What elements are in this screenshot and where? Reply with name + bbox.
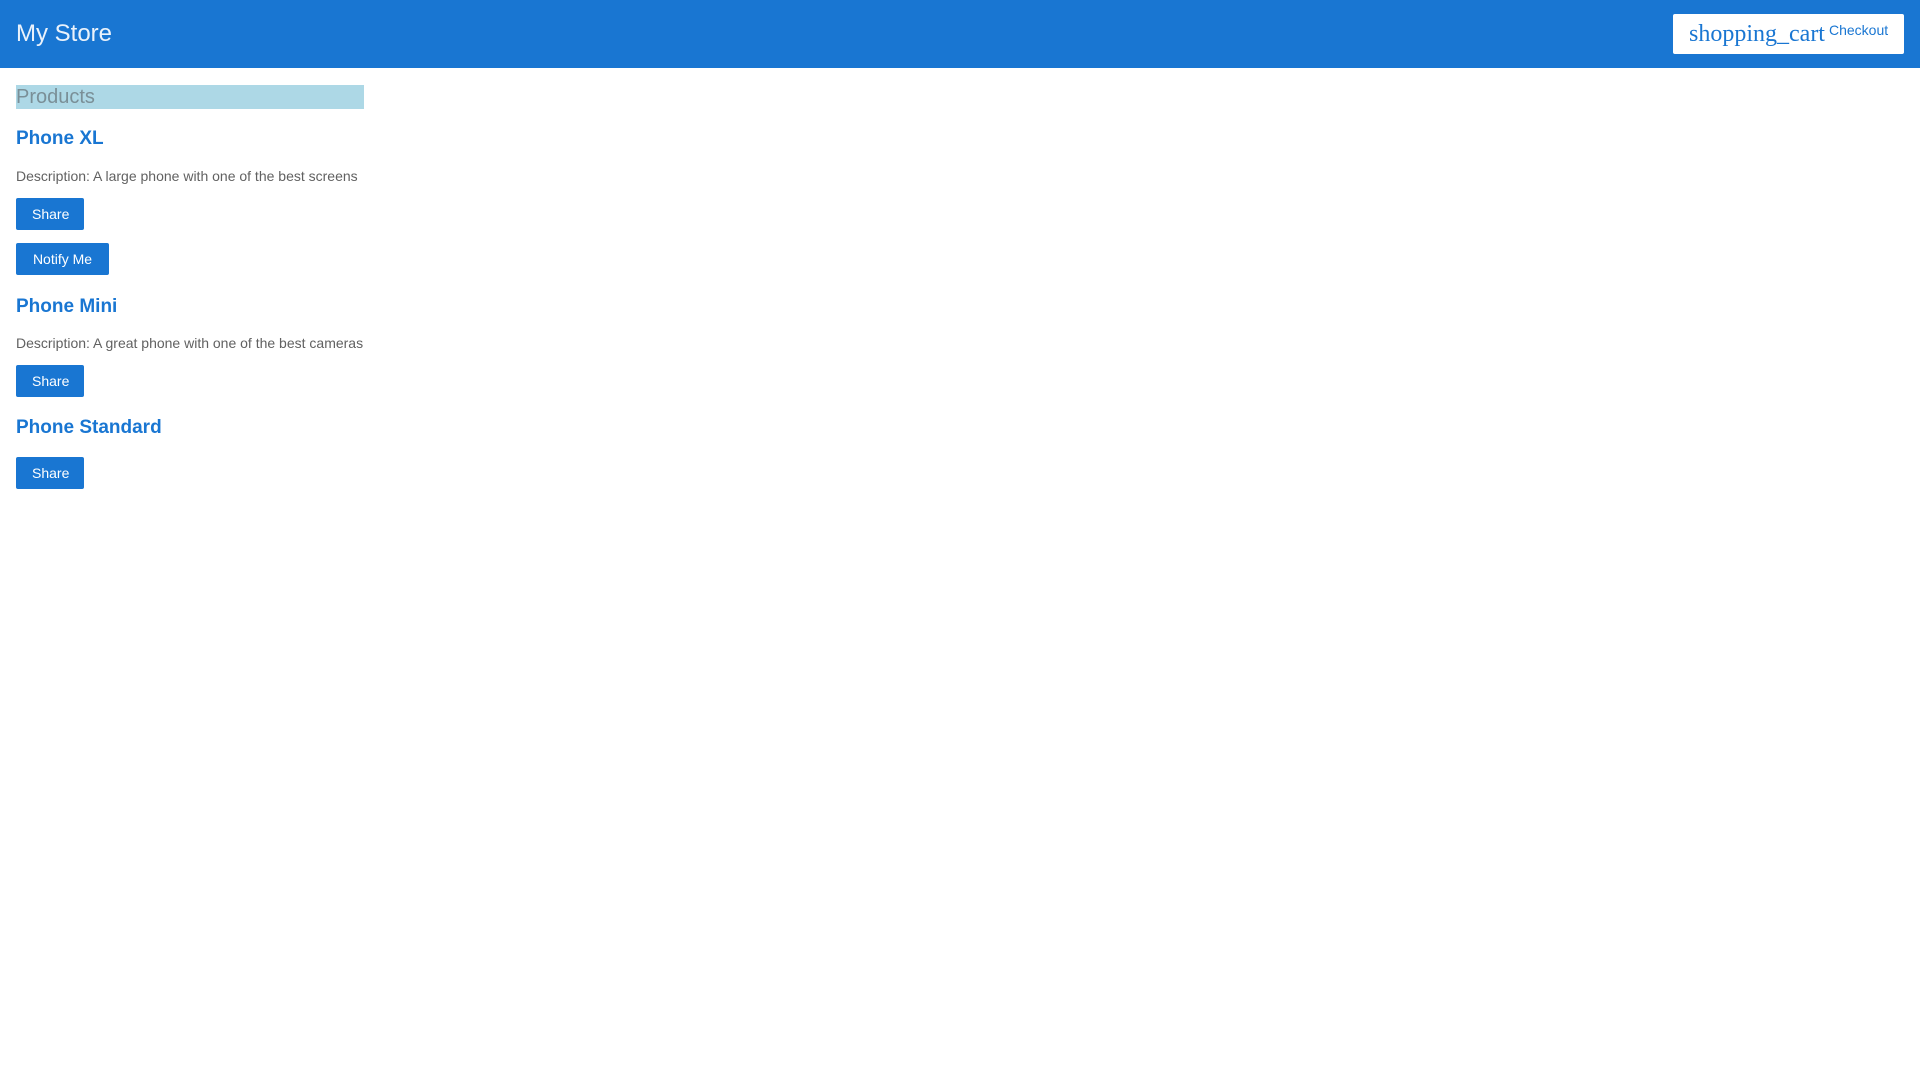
product-name-link-phone-xl[interactable]: Phone XL [16, 127, 104, 151]
share-button[interactable]: Share [16, 365, 84, 397]
product-description: Description: A large phone with one of t… [16, 168, 358, 184]
product-name-link-phone-mini[interactable]: Phone Mini [16, 295, 117, 319]
top-bar: My Store shopping_cart Checkout [0, 0, 1920, 68]
store-title-link[interactable]: My Store [16, 19, 112, 49]
shopping-cart-icon: shopping_cart [1689, 21, 1825, 47]
product-description: Description: A great phone with one of t… [16, 335, 364, 351]
checkout-button[interactable]: shopping_cart Checkout [1673, 14, 1904, 54]
share-button[interactable]: Share [16, 198, 84, 230]
share-button[interactable]: Share [16, 457, 84, 489]
notify-me-button[interactable]: Notify Me [16, 243, 109, 275]
product-name-link-phone-standard[interactable]: Phone Standard [16, 416, 162, 440]
products-heading: Products [16, 85, 364, 109]
checkout-label: Checkout [1828, 22, 1889, 38]
